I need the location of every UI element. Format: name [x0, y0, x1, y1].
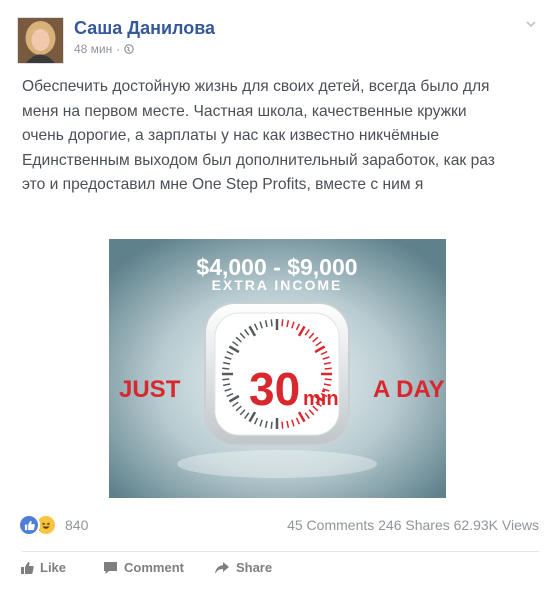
- promo-center-unit: min: [303, 388, 339, 410]
- share-label: Share: [235, 560, 273, 575]
- post-time[interactable]: 48 мин: [74, 42, 112, 56]
- thumbs-up-icon: [21, 561, 34, 574]
- dial-tick: [281, 319, 284, 327]
- promo-graphic: $4,000 - $9,000 EXTRA INCOME JUST A DAY …: [109, 239, 446, 498]
- action-bar: Like Comment Share: [20, 560, 272, 575]
- comment-icon: [104, 561, 118, 574]
- meta-separator: ·: [116, 42, 121, 56]
- promo-subheadline: EXTRA INCOME: [212, 277, 343, 293]
- post-text-line: меня на первом месте. Частная школа, кач…: [22, 102, 467, 120]
- shares-count[interactable]: 246 Shares: [378, 517, 450, 533]
- share-arrow-icon: [214, 561, 229, 574]
- facebook-post: Саша Данилова 48 мин · Обеспечить достой…: [0, 0, 555, 601]
- promo-center-number: 30: [249, 363, 300, 415]
- views-count: 62.93K Views: [453, 517, 539, 533]
- globe-icon: [124, 44, 135, 54]
- dial-tick: [324, 367, 332, 370]
- dial-tick: [270, 319, 273, 327]
- reaction-count: 840: [65, 517, 89, 533]
- dial-tick: [222, 378, 230, 381]
- post-text-line: Единственным выходом был дополнительный …: [22, 151, 495, 169]
- comments-count[interactable]: 45 Comments: [287, 517, 374, 533]
- dial-tick: [222, 367, 230, 370]
- post-text-line: Обеспечить достойную жизнь для своих дет…: [22, 78, 490, 95]
- promo-right-text: A DAY: [373, 376, 445, 403]
- post-text: Обеспечить достойную жизнь для своих дет…: [22, 75, 537, 198]
- comment-button[interactable]: Comment: [103, 560, 184, 575]
- dial-tick: [281, 421, 284, 429]
- chevron-down-icon[interactable]: [525, 18, 537, 30]
- like-button[interactable]: Like: [20, 560, 66, 575]
- divider: [22, 551, 539, 552]
- post-meta: 48 мин ·: [74, 42, 135, 56]
- post-text-line: очень дорогие, а зарплаты у нас как изве…: [22, 127, 439, 144]
- like-icon: [18, 514, 40, 536]
- reactions-summary[interactable]: 840: [18, 514, 88, 536]
- post-stats: 45 Comments 246 Shares 62.93K Views: [287, 517, 539, 533]
- promo-image[interactable]: $4,000 - $9,000 EXTRA INCOME JUST A DAY …: [109, 239, 446, 498]
- share-button[interactable]: Share: [214, 560, 272, 575]
- avatar-photo: [18, 18, 63, 63]
- promo-left-text: JUST: [119, 376, 181, 403]
- dial-tick: [270, 421, 273, 429]
- comment-label: Comment: [124, 560, 184, 575]
- dial-tick: [324, 378, 332, 381]
- post-text-line: это и предоставил мне One Step Profits, …: [22, 176, 424, 193]
- like-label: Like: [40, 560, 67, 575]
- author-avatar[interactable]: [17, 17, 64, 64]
- author-name[interactable]: Саша Данилова: [74, 18, 215, 39]
